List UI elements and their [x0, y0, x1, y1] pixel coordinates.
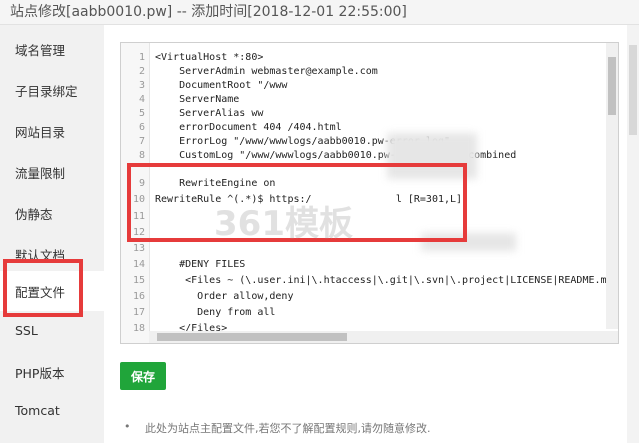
- code-line: RewriteEngine on: [155, 178, 276, 189]
- line-number: 2: [138, 66, 145, 77]
- sidebar-item-tomcat[interactable]: Tomcat: [0, 392, 104, 432]
- editor-vertical-scrollbar[interactable]: [606, 43, 618, 329]
- code-line: Order allow,deny: [155, 291, 294, 302]
- sidebar-item-site-dir[interactable]: 网站目录: [0, 111, 104, 151]
- save-button[interactable]: 保存: [120, 362, 166, 390]
- window-title-bar: 站点修改[aabb0010.pw] -- 添加时间[2018-12-01 22:…: [0, 0, 639, 25]
- scroll-thumb[interactable]: [629, 45, 637, 135]
- sidebar-item-label: 伪静态: [15, 207, 53, 222]
- line-number: 13: [132, 243, 145, 254]
- redacted-area: [421, 233, 516, 251]
- scroll-thumb[interactable]: [157, 333, 347, 341]
- window-title: 站点修改[aabb0010.pw] -- 添加时间[2018-12-01 22:…: [10, 4, 407, 20]
- line-number: 3: [138, 80, 145, 91]
- sidebar-item-php-version[interactable]: PHP版本: [0, 352, 104, 392]
- sidebar-item-label: 域名管理: [15, 43, 66, 58]
- line-number: 14: [132, 259, 145, 270]
- sidebar-item-label: Tomcat: [15, 403, 60, 418]
- line-number: 17: [132, 307, 145, 318]
- sidebar-item-rewrite[interactable]: 伪静态: [0, 193, 104, 233]
- code-line: <Files ~ (\.user.ini|\.htaccess|\.git|\.…: [155, 275, 607, 286]
- line-number: 15: [132, 275, 145, 286]
- watermark-logo: 361模板: [214, 196, 353, 245]
- sidebar-item-config-file[interactable]: 配置文件: [0, 271, 104, 311]
- sidebar-item-label: SSL: [15, 323, 38, 338]
- redacted-area: [387, 133, 477, 179]
- line-number: 7: [138, 136, 145, 147]
- config-note: 此处为站点主配置文件,若您不了解配置规则,请勿随意修改.: [145, 422, 431, 435]
- line-number: 4: [138, 94, 145, 105]
- scroll-thumb[interactable]: [608, 57, 616, 115]
- line-number: 11: [132, 211, 145, 222]
- config-editor[interactable]: 1 2 3 4 5 6 7 8 9 10 11 12 13 14 15 16 1…: [120, 42, 619, 344]
- watermark-text: 361模板: [214, 204, 353, 244]
- sidebar-item-label: 默认文档: [15, 248, 66, 263]
- sidebar-item-label: 网站目录: [15, 125, 66, 140]
- sidebar-item-label: PHP版本: [15, 366, 65, 381]
- line-number: 5: [138, 108, 145, 119]
- sidebar-item-label: 流量限制: [15, 166, 66, 181]
- bullet-icon: •: [124, 420, 131, 433]
- line-number: 9: [138, 178, 145, 189]
- line-number: 12: [132, 227, 145, 238]
- line-number: 6: [138, 122, 145, 133]
- page-vertical-scrollbar[interactable]: [627, 25, 639, 443]
- code-line: Deny from all: [155, 307, 276, 318]
- sidebar-item-label: 子目录绑定: [15, 84, 78, 99]
- line-number: 16: [132, 291, 145, 302]
- line-number: 1: [138, 52, 145, 63]
- sidebar-item-subdir[interactable]: 子目录绑定: [0, 70, 104, 110]
- sidebar-item-default-doc[interactable]: 默认文档: [0, 234, 104, 274]
- sidebar-item-domain[interactable]: 域名管理: [0, 29, 104, 69]
- sidebar: 域名管理 子目录绑定 网站目录 流量限制 伪静态 默认文档 配置文件 SSL P…: [0, 25, 104, 443]
- sidebar-item-label: 配置文件: [15, 285, 66, 300]
- editor-horizontal-scrollbar[interactable]: [149, 331, 618, 343]
- code-line: #DENY FILES: [155, 259, 246, 270]
- sidebar-item-traffic-limit[interactable]: 流量限制: [0, 152, 104, 192]
- line-number: 10: [132, 194, 145, 205]
- sidebar-item-ssl[interactable]: SSL: [0, 312, 104, 352]
- line-number: 18: [132, 323, 145, 334]
- line-number: 8: [138, 150, 145, 161]
